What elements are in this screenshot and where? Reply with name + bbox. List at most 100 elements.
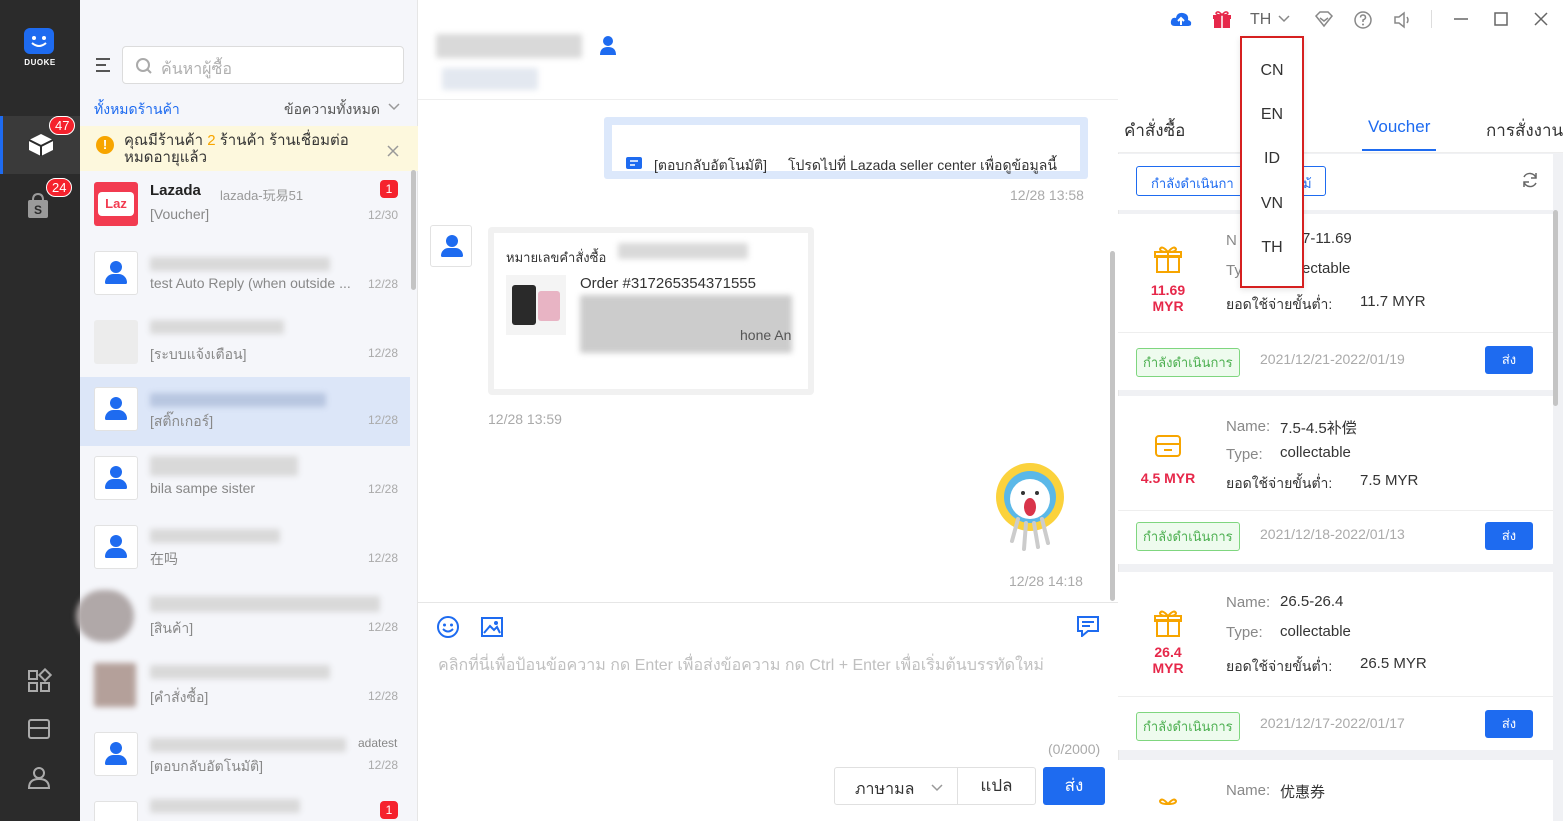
conversation-last-message: [สติ๊กเกอร์]: [150, 413, 214, 429]
voucher-type-label: Type:: [1226, 446, 1263, 463]
conversation-item[interactable]: [สินค้า] 12/28: [76, 584, 410, 653]
emoji-icon[interactable]: [436, 615, 460, 639]
volume-icon[interactable]: [1392, 10, 1412, 30]
conversation-last-message: 在吗: [150, 551, 178, 567]
chevron-down-icon: [931, 784, 943, 792]
conversation-item-selected[interactable]: [สติ๊กเกอร์] 12/28: [80, 377, 410, 446]
voucher-status: กำลังดำเนินการ: [1136, 712, 1240, 741]
svg-text:S: S: [34, 203, 42, 217]
user-profile-icon[interactable]: [26, 764, 52, 790]
gift-icon: [1158, 798, 1178, 806]
search-box[interactable]: ค้นหาผู้ซื้อ: [122, 46, 404, 84]
unread-badge: 1: [380, 801, 398, 819]
send-button[interactable]: ส่ง: [1043, 767, 1105, 805]
conversation-last-message: [ระบบแจ้งเตือน]: [150, 346, 247, 362]
voucher-filter-bar: กำลังดำเนินกา ม้: [1118, 154, 1553, 210]
conversation-last-message: [ตอบกลับอัตโนมัติ]: [150, 758, 264, 774]
nav-shopee[interactable]: S 24: [0, 176, 80, 234]
product-avatar: [94, 320, 138, 364]
voucher-min: 11.7 MYR: [1360, 293, 1426, 310]
chevron-down-icon: [1278, 15, 1290, 23]
voucher-min: 26.5 MYR: [1360, 655, 1427, 672]
voucher-min: 7.5 MYR: [1360, 472, 1419, 489]
conversation-item[interactable]: 在吗 12/28: [80, 515, 410, 584]
avatar: [94, 456, 138, 500]
shop-filter[interactable]: ทั้งหมดร้านค้า: [94, 99, 180, 121]
message-input[interactable]: คลิกที่นี่เพื่อป้อนข้อความ กด Enter เพื่…: [438, 653, 1044, 678]
chat-messages: [ตอบกลับอัตโนมัติ] โปรดไปที่ Lazada sell…: [418, 101, 1118, 601]
collapse-menu-icon[interactable]: [92, 54, 114, 76]
help-icon[interactable]: [1353, 10, 1373, 30]
language-dropdown: CN EN ID VN TH: [1240, 36, 1304, 288]
lazada-avatar: Laz: [94, 182, 138, 226]
list-scrollbar[interactable]: [411, 170, 416, 290]
translate-language-select[interactable]: ภาษามล: [834, 767, 958, 805]
auto-reply-message: [ตอบกลับอัตโนมัติ] โปรดไปที่ Lazada sell…: [604, 117, 1088, 179]
message-time: 12/28 14:18: [1009, 573, 1083, 589]
lazada-box-icon: [28, 134, 54, 156]
send-voucher-button[interactable]: ส่ง: [1485, 346, 1533, 374]
voucher-status: กำลังดำเนินการ: [1136, 522, 1240, 551]
chat-scrollbar[interactable]: [1110, 251, 1115, 601]
language-option-id[interactable]: ID: [1242, 150, 1302, 168]
quick-reply-icon[interactable]: [1076, 615, 1100, 637]
conversation-item[interactable]: 1: [80, 791, 410, 821]
conversation-item[interactable]: bila sampe sister 12/28: [80, 446, 410, 515]
conversation-item[interactable]: test Auto Reply (when outside ... 12/28: [80, 241, 410, 310]
auto-reply-text: โปรดไปที่ Lazada seller center เพื่อดูข้…: [788, 157, 1057, 173]
minimize-icon[interactable]: [1452, 10, 1470, 28]
avatar: [94, 387, 138, 431]
conversation-item[interactable]: [คำสั่งซื้อ] 12/28: [80, 653, 410, 722]
language-option-th[interactable]: TH: [1242, 239, 1302, 257]
voucher-type-label: Type:: [1226, 624, 1263, 641]
conversation-last-message: test Auto Reply (when outside ...: [150, 275, 351, 291]
translate-button[interactable]: แปล: [958, 767, 1036, 805]
language-option-cn[interactable]: CN: [1242, 62, 1302, 80]
cloud-upload-icon[interactable]: [1170, 10, 1192, 30]
image-upload-icon[interactable]: [480, 615, 504, 639]
unread-badge: 1: [380, 180, 398, 198]
shopee-bag-icon: S: [28, 192, 48, 218]
nav-lazada[interactable]: 47: [0, 116, 80, 174]
conversation-shop: lazada-玩易51: [220, 188, 304, 203]
conversation-item[interactable]: adatest [ตอบกลับอัตโนมัติ] 12/28: [80, 722, 410, 791]
language-option-vn[interactable]: VN: [1242, 195, 1302, 213]
avatar: [94, 801, 138, 821]
conversation-last-message: [คำสั่งซื้อ]: [150, 689, 209, 705]
nav-badge: 47: [49, 116, 76, 135]
conversation-shop: adatest: [358, 736, 398, 750]
voucher-name: 优惠券: [1280, 784, 1326, 801]
voucher-amount: 26.4 MYR: [1152, 644, 1184, 676]
voucher-type: collectable: [1280, 444, 1351, 461]
voucher-name: 26.5-26.4: [1280, 593, 1344, 610]
user-icon: [600, 36, 616, 55]
close-window-icon[interactable]: [1532, 10, 1550, 28]
store-icon[interactable]: [26, 716, 52, 742]
store-coupon-icon: [1155, 435, 1181, 457]
refresh-icon[interactable]: [1520, 170, 1540, 190]
conversation-item[interactable]: Laz Lazada lazada-玩易51 [Voucher] 12/30 1: [80, 172, 410, 241]
voucher-amount: 4.5 MYR: [1140, 470, 1196, 486]
apps-grid-icon[interactable]: [26, 667, 53, 694]
left-nav: DUOKE 47 S 24: [0, 0, 80, 821]
message-time: 12/28 13:59: [488, 411, 562, 427]
gift-icon[interactable]: [1212, 10, 1232, 30]
maximize-icon[interactable]: [1492, 10, 1510, 28]
language-option-en[interactable]: EN: [1242, 106, 1302, 124]
conversation-time: 12/28: [367, 413, 398, 427]
order-card[interactable]: หมายเลขคำสั่งซื้อ Order #317265354371555…: [488, 227, 814, 395]
tab-tasks[interactable]: การสั่งงาน: [1486, 117, 1563, 144]
message-filter[interactable]: ข้อความทั้งหมด: [284, 99, 380, 121]
tab-orders[interactable]: คำสั่งซื้อ: [1124, 117, 1185, 144]
voucher-min-label: ยอดใช้จ่ายขั้นต่ำ:: [1226, 475, 1333, 491]
conversation-item[interactable]: [ระบบแจ้งเตือน] 12/28: [80, 310, 410, 379]
voucher-name: 7-11.69: [1302, 230, 1352, 247]
language-select[interactable]: TH: [1250, 11, 1271, 29]
send-voucher-button[interactable]: ส่ง: [1485, 710, 1533, 738]
close-icon[interactable]: [386, 144, 400, 158]
voucher-scrollbar[interactable]: [1553, 210, 1558, 406]
diamond-vip-icon[interactable]: [1314, 10, 1334, 28]
tab-voucher[interactable]: Voucher: [1368, 117, 1430, 137]
send-voucher-button[interactable]: ส่ง: [1485, 522, 1533, 550]
char-counter: (0/2000): [1048, 741, 1101, 757]
